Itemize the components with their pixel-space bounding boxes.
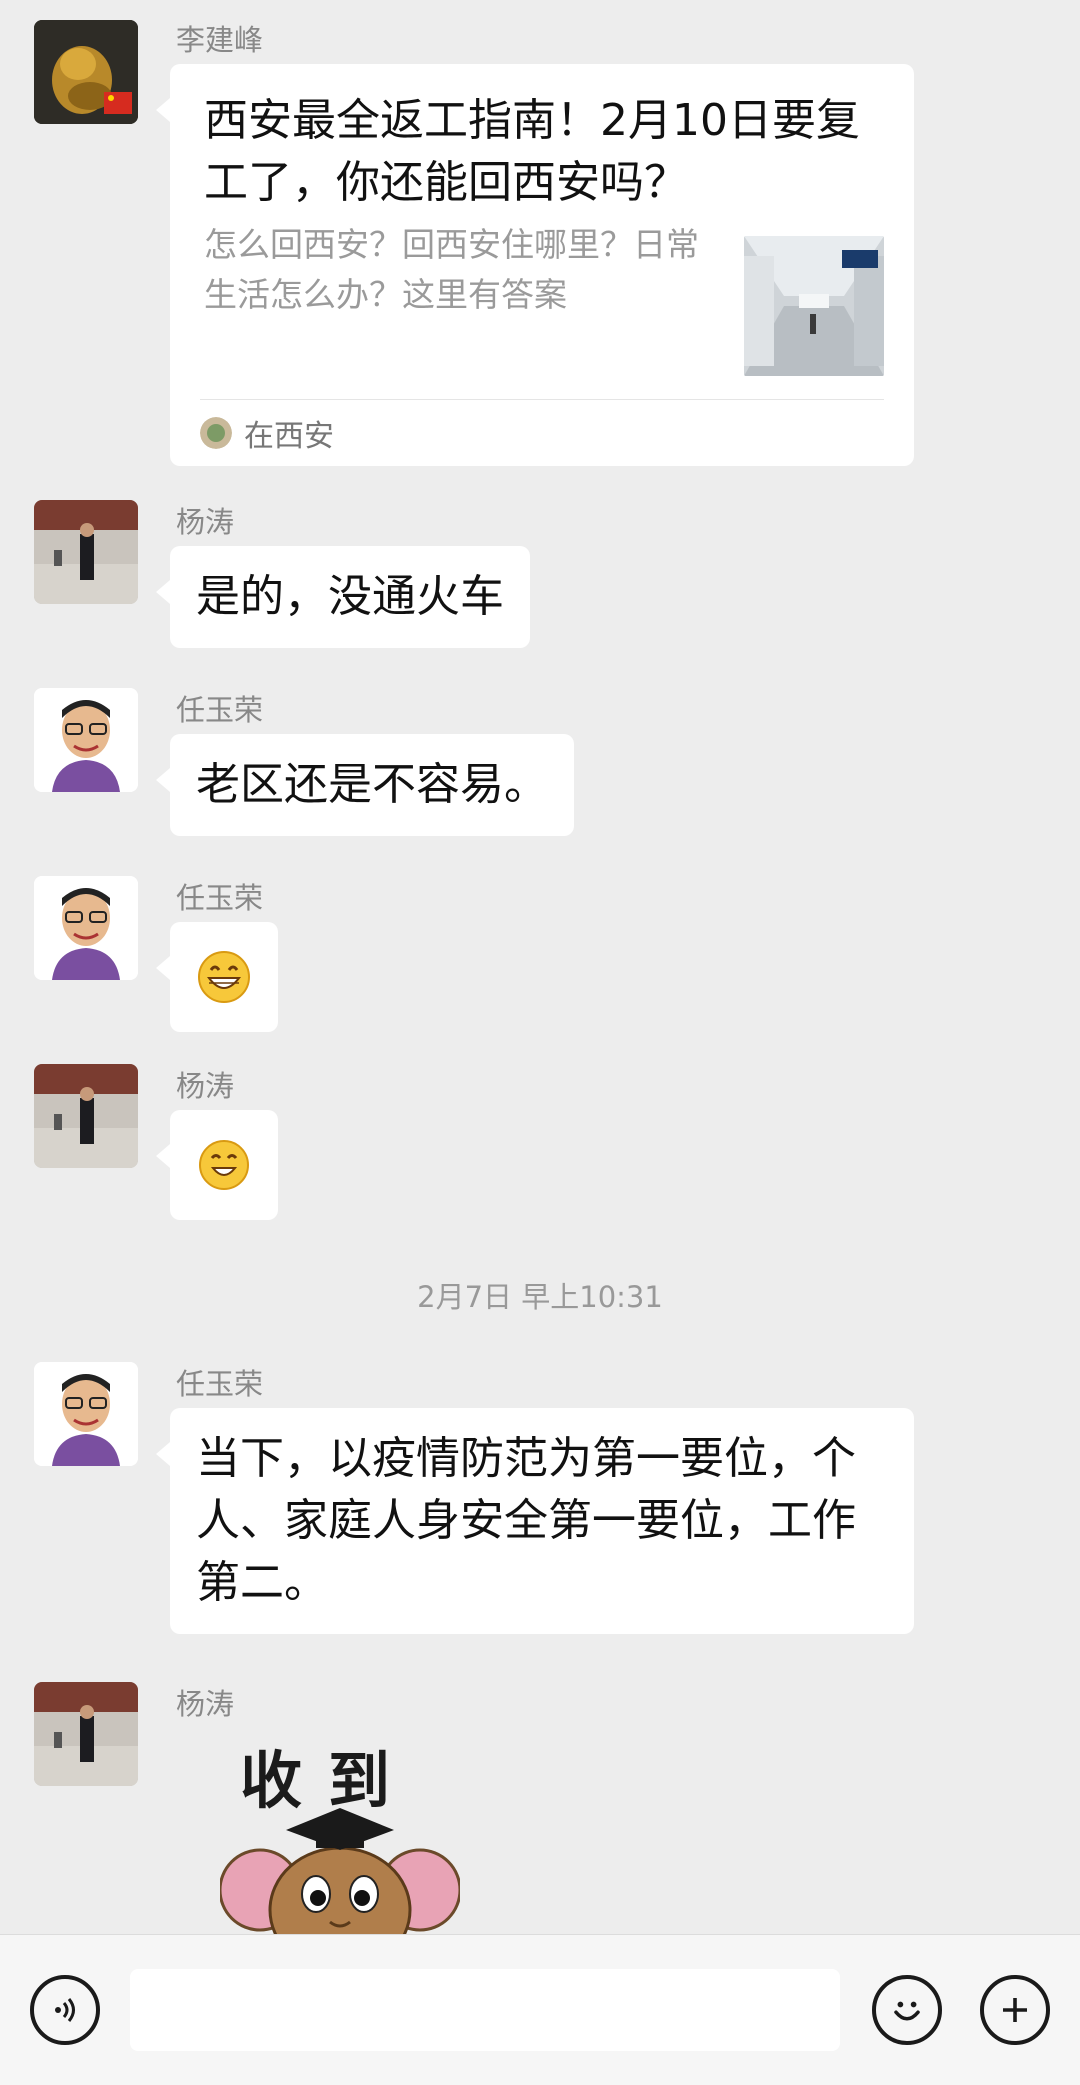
- message-bubble[interactable]: 老区还是不容易。: [156, 734, 574, 836]
- plus-icon: [1003, 1998, 1027, 2022]
- avatar[interactable]: [34, 1064, 138, 1168]
- avatar-cartoon-man-image: [34, 688, 138, 792]
- avatar[interactable]: [34, 688, 138, 792]
- message-text: 老区还是不容易。: [196, 759, 548, 810]
- avatar-cartoon-man-image: [34, 1362, 138, 1466]
- avatar-man-photo-image: [34, 1064, 138, 1168]
- message-input[interactable]: [130, 1969, 840, 2051]
- sender-name: 杨涛: [176, 1069, 235, 1103]
- link-card-thumbnail: [744, 236, 884, 376]
- link-card-description: 怎么回西安？回西安住哪里？日常生活怎么办？这里有答案: [204, 225, 699, 314]
- sender-name: 任玉荣: [176, 1367, 264, 1401]
- message-bubble[interactable]: 是的，没通火车: [156, 546, 530, 648]
- avatar[interactable]: [34, 1362, 138, 1466]
- sender-name: 任玉荣: [176, 881, 264, 915]
- voice-button[interactable]: [30, 1975, 100, 2045]
- sender-name: 李建峰: [176, 23, 264, 57]
- link-card-title: 西安最全返工指南！2月10日要复工了，你还能回西安吗？: [204, 95, 860, 208]
- avatar-gold-statue-image: [34, 20, 138, 124]
- emoji-button[interactable]: [872, 1975, 942, 2045]
- sender-name: 任玉荣: [176, 693, 264, 727]
- message-text: 是的，没通火车: [196, 571, 504, 622]
- grin-face-icon: [198, 951, 250, 1003]
- avatar[interactable]: [34, 500, 138, 604]
- link-card[interactable]: 西安最全返工指南！2月10日要复工了，你还能回西安吗？ 怎么回西安？回西安住哪里…: [156, 64, 914, 466]
- sender-name: 杨涛: [176, 1687, 235, 1721]
- avatar[interactable]: [34, 20, 138, 124]
- avatar[interactable]: [34, 1682, 138, 1786]
- smile-face-icon: [199, 1140, 249, 1190]
- voice-icon: [55, 1998, 75, 2022]
- sender-name: 杨涛: [176, 505, 235, 539]
- avatar-cartoon-man-image: [34, 876, 138, 980]
- avatar-man-photo-image: [34, 500, 138, 604]
- message-bubble[interactable]: [156, 1110, 278, 1220]
- avatar[interactable]: [34, 876, 138, 980]
- message-text: 当下，以疫情防范为第一要位，个人、家庭人身安全第一要位，工作第二。: [196, 1433, 856, 1608]
- link-card-footer: 在西安: [200, 399, 884, 466]
- message-bubble[interactable]: [156, 922, 278, 1032]
- link-card-source: 在西安: [244, 419, 334, 454]
- input-toolbar: [0, 1934, 1080, 2085]
- emoji-icon: [894, 2001, 920, 2021]
- avatar-man-photo-image: [34, 1682, 138, 1786]
- timestamp: 2月7日 早上10:31: [417, 1280, 663, 1314]
- source-icon: [200, 417, 232, 449]
- mouse-graduate-sticker[interactable]: [220, 1790, 460, 1934]
- plus-button[interactable]: [980, 1975, 1050, 2045]
- message-bubble[interactable]: 当下，以疫情防范为第一要位，个人、家庭人身安全第一要位，工作第二。: [156, 1408, 914, 1634]
